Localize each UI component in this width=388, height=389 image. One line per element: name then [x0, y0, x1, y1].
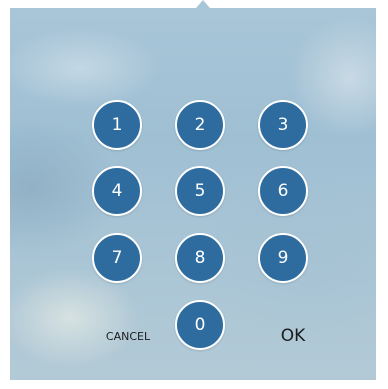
key-1[interactable]: 1: [92, 100, 142, 150]
key-3[interactable]: 3: [258, 100, 308, 150]
key-6[interactable]: 6: [258, 166, 308, 216]
key-7-label: 7: [111, 247, 123, 268]
key-2-label: 2: [194, 114, 206, 135]
key-4[interactable]: 4: [92, 166, 142, 216]
keypad-popup: 1 2 3 4 5 6 7 8 9 CANCEL 0 OK: [0, 0, 388, 389]
key-0-label: 0: [194, 314, 206, 335]
key-8-label: 8: [194, 247, 206, 268]
key-9-label: 9: [277, 247, 289, 268]
key-3-label: 3: [277, 114, 289, 135]
key-7[interactable]: 7: [92, 233, 142, 283]
key-0[interactable]: 0: [175, 300, 225, 350]
cancel-button[interactable]: CANCEL: [95, 323, 161, 349]
key-9[interactable]: 9: [258, 233, 308, 283]
key-6-label: 6: [277, 180, 289, 201]
key-5-label: 5: [194, 180, 206, 201]
popover-caret: [196, 0, 210, 8]
key-2[interactable]: 2: [175, 100, 225, 150]
key-1-label: 1: [111, 114, 123, 135]
key-8[interactable]: 8: [175, 233, 225, 283]
key-5[interactable]: 5: [175, 166, 225, 216]
keypad-panel: 1 2 3 4 5 6 7 8 9 CANCEL 0 OK: [10, 8, 376, 380]
key-4-label: 4: [111, 180, 123, 201]
ok-button[interactable]: OK: [268, 322, 318, 350]
